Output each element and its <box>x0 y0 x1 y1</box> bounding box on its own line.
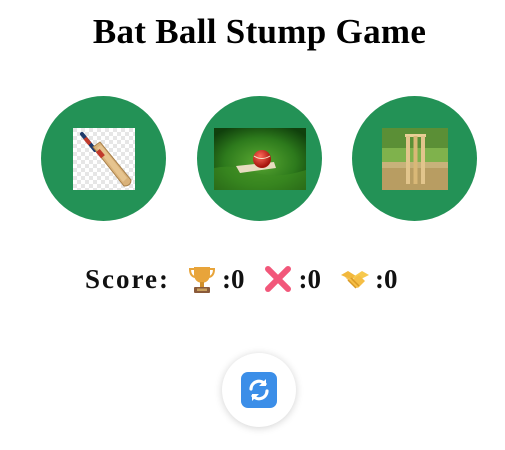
bat-choice-button[interactable] <box>41 96 166 221</box>
cricket-bat-icon <box>72 127 135 190</box>
wins-stat: :0 <box>186 263 245 295</box>
stumps-icon <box>381 127 448 190</box>
ball-choice-button[interactable] <box>197 96 322 221</box>
losses-stat: :0 <box>262 263 321 295</box>
cricket-ball-icon <box>213 127 306 190</box>
stump-choice-button[interactable] <box>352 96 477 221</box>
ties-count: :0 <box>374 263 398 294</box>
game-page: Bat Ball Stump Game Score::0:0:0 <box>0 0 505 450</box>
cross-mark-icon <box>262 263 294 295</box>
losses-count: :0 <box>298 263 321 294</box>
ties-stat: :0 <box>339 263 398 295</box>
page-title: Bat Ball Stump Game <box>92 12 427 51</box>
score-row: Score: :0 :0:0 <box>85 259 415 299</box>
handshake-icon <box>339 263 371 295</box>
trophy-icon <box>186 263 218 295</box>
reset-button[interactable] <box>222 353 296 427</box>
refresh-icon <box>241 372 277 408</box>
score-label: Score: <box>85 263 170 294</box>
wins-count: :0 <box>221 263 245 294</box>
